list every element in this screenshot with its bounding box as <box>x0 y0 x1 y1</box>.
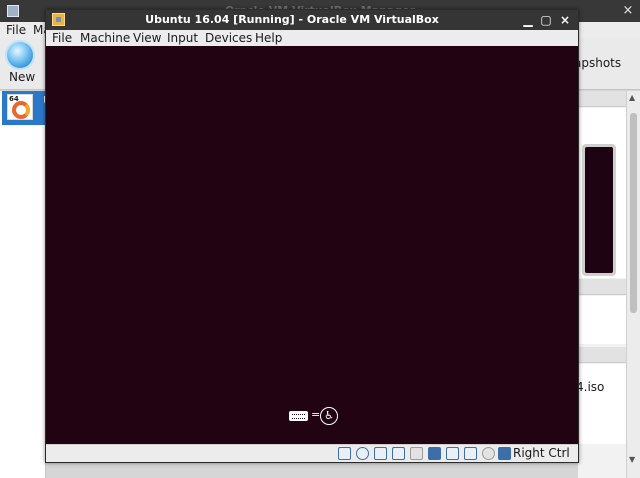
hard-disk-icon[interactable] <box>338 447 351 460</box>
details-section-header[interactable] <box>578 279 628 295</box>
virtualbox-icon <box>52 13 65 26</box>
vm-statusbar: Right Ctrl <box>46 444 578 462</box>
scroll-thumb[interactable] <box>630 113 637 313</box>
snapshots-button[interactable]: apshots <box>574 56 621 70</box>
display-icon[interactable] <box>446 447 459 460</box>
guest-display[interactable]: = ♿ <box>46 46 578 444</box>
manager-close-icon[interactable]: × <box>620 3 636 19</box>
vm-list-item[interactable]: 64 U <box>2 91 46 125</box>
os-logo <box>12 101 30 119</box>
keyboard-capture-icon[interactable] <box>498 447 511 460</box>
details-section <box>578 364 628 444</box>
ubuntu-icon: 64 <box>7 94 33 120</box>
menu-machine[interactable]: Machine <box>80 30 130 46</box>
accessibility-icon[interactable]: ♿ <box>320 407 338 425</box>
optical-drive-icon[interactable] <box>356 447 369 460</box>
manager-menu-file[interactable]: File <box>6 23 26 37</box>
details-section <box>578 296 628 344</box>
preview-section <box>578 108 628 278</box>
new-vm-button[interactable]: New <box>9 70 35 84</box>
indicator-separator: = <box>311 408 321 421</box>
minimize-icon[interactable]: ▁ <box>520 12 536 28</box>
details-scrollbar[interactable]: ▲ ▼ <box>626 91 640 478</box>
network-icon[interactable] <box>392 447 405 460</box>
new-vm-icon[interactable] <box>7 42 33 68</box>
menu-devices[interactable]: Devices <box>205 30 252 46</box>
audio-icon[interactable] <box>374 447 387 460</box>
mouse-integration-icon[interactable] <box>482 447 495 460</box>
menu-file[interactable]: File <box>52 30 72 46</box>
vm-list: 64 U <box>0 91 46 478</box>
close-icon[interactable]: × <box>557 12 573 28</box>
details-section-header[interactable] <box>578 347 628 363</box>
usb-icon[interactable] <box>410 447 423 460</box>
maximize-icon[interactable]: ▢ <box>538 12 554 28</box>
storage-iso-text: 4.iso <box>576 380 605 394</box>
menu-view[interactable]: View <box>133 30 161 46</box>
virtualbox-app-icon <box>7 5 19 17</box>
shared-folders-icon[interactable] <box>428 447 441 460</box>
vm-preview <box>582 144 616 276</box>
scroll-down-icon[interactable]: ▼ <box>629 455 635 464</box>
vm-menubar: File Machine View Input Devices Help <box>46 30 578 46</box>
host-key-label[interactable]: Right Ctrl <box>513 446 570 461</box>
scroll-up-icon[interactable]: ▲ <box>629 93 635 102</box>
video-capture-icon[interactable] <box>464 447 477 460</box>
details-section-header[interactable] <box>578 91 628 107</box>
menu-input[interactable]: Input <box>167 30 198 46</box>
keyboard-icon[interactable] <box>289 411 308 421</box>
vm-titlebar[interactable]: Ubuntu 16.04 [Running] - Oracle VM Virtu… <box>46 10 578 30</box>
vm-window-title: Ubuntu 16.04 [Running] - Oracle VM Virtu… <box>145 13 439 26</box>
vm-window: Ubuntu 16.04 [Running] - Oracle VM Virtu… <box>45 9 579 463</box>
menu-help[interactable]: Help <box>255 30 282 46</box>
